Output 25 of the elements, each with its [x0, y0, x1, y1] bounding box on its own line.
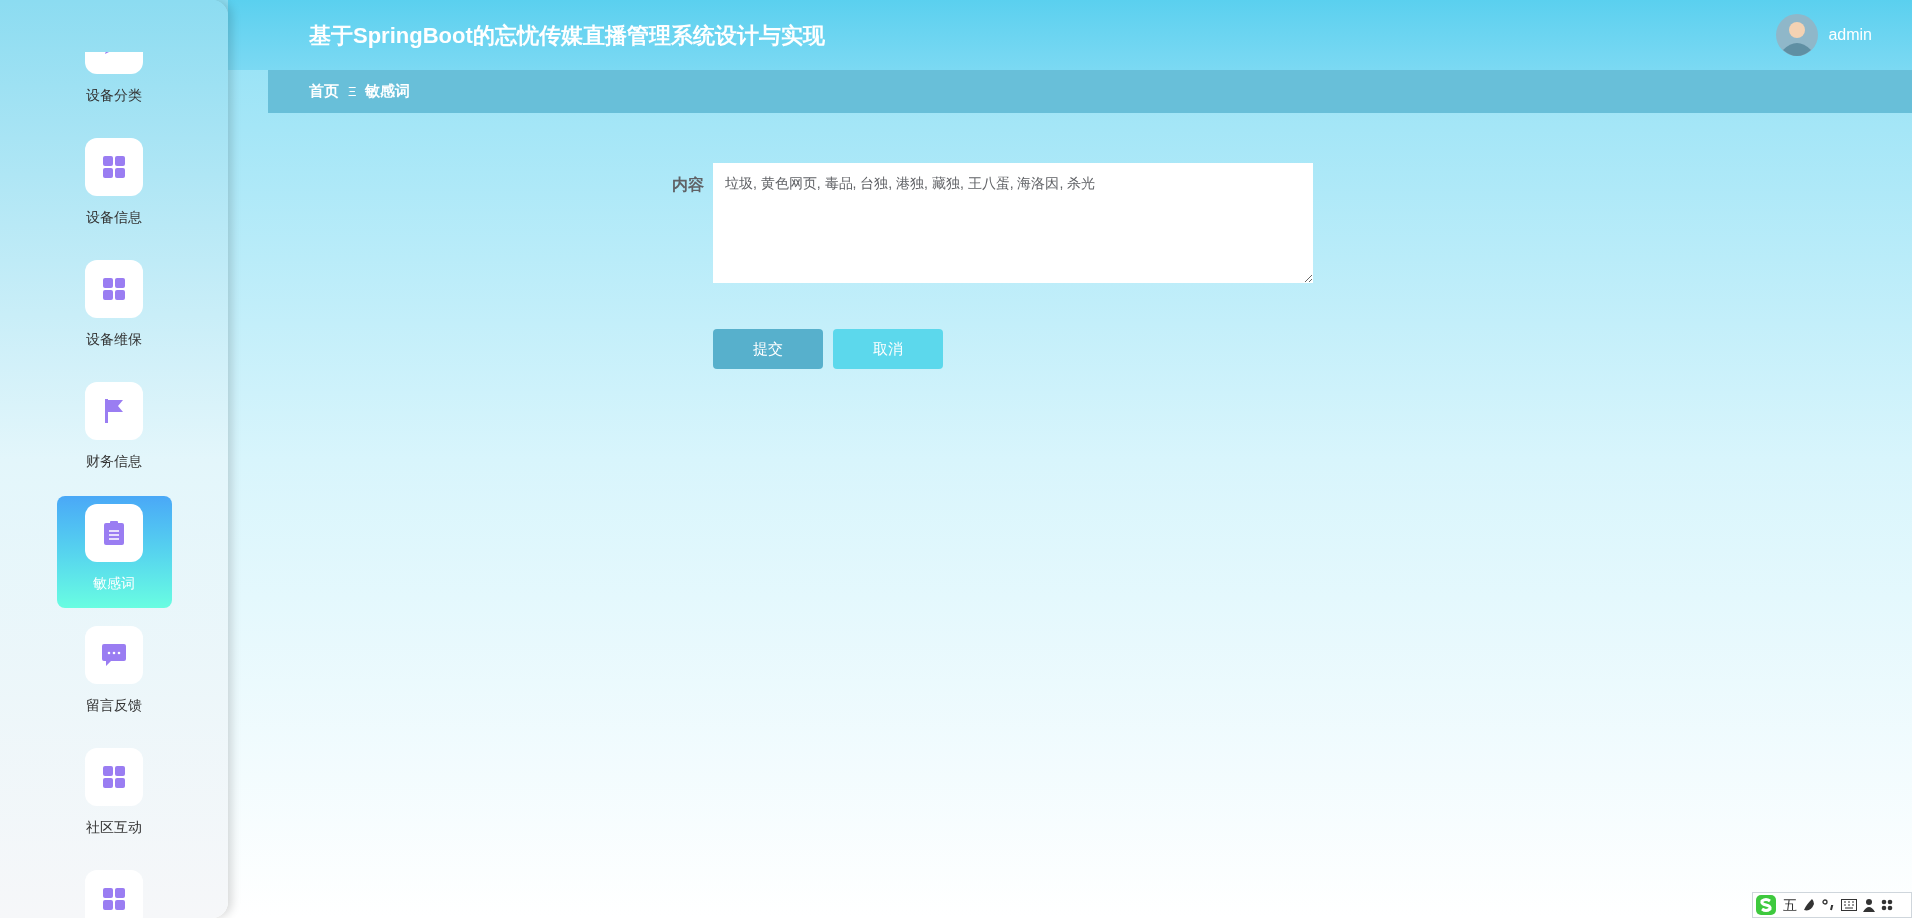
apps-icon[interactable] [1881, 899, 1893, 911]
punctuation-icon[interactable] [1821, 898, 1835, 912]
grid-icon [103, 766, 125, 788]
keyboard-icon[interactable] [1841, 899, 1857, 911]
user-icon[interactable] [1863, 898, 1875, 912]
username: admin [1828, 25, 1872, 45]
sidebar-item[interactable]: 设备分类 [56, 52, 172, 120]
breadcrumb-separator: Ξ [348, 82, 357, 101]
input-mode-text[interactable]: 五 [1783, 894, 1797, 916]
avatar-icon [1776, 14, 1819, 56]
flag-icon [104, 399, 124, 423]
app-title: 基于SpringBoot的忘忧传媒直播管理系统设计与实现 [309, 21, 825, 50]
sidebar-item[interactable]: 财务信息 [56, 374, 172, 486]
clipboard-icon [104, 521, 124, 545]
sidebar-item[interactable]: 社区互动 [56, 740, 172, 852]
sidebar-item[interactable]: 留言反馈 [56, 618, 172, 730]
grid-icon [103, 278, 125, 300]
content-textarea[interactable]: 垃圾, 黄色网页, 毒品, 台独, 港独, 藏独, 王八蛋, 海洛因, 杀光 [713, 163, 1313, 283]
chat-icon [102, 644, 126, 666]
moon-icon[interactable] [1803, 898, 1815, 912]
grid-icon [103, 156, 125, 178]
field-label: 内容 [672, 175, 704, 195]
grid-icon [103, 888, 125, 910]
sidebar-item[interactable]: 设备信息 [56, 130, 172, 242]
sidebar-item[interactable]: 设备维保 [56, 252, 172, 364]
